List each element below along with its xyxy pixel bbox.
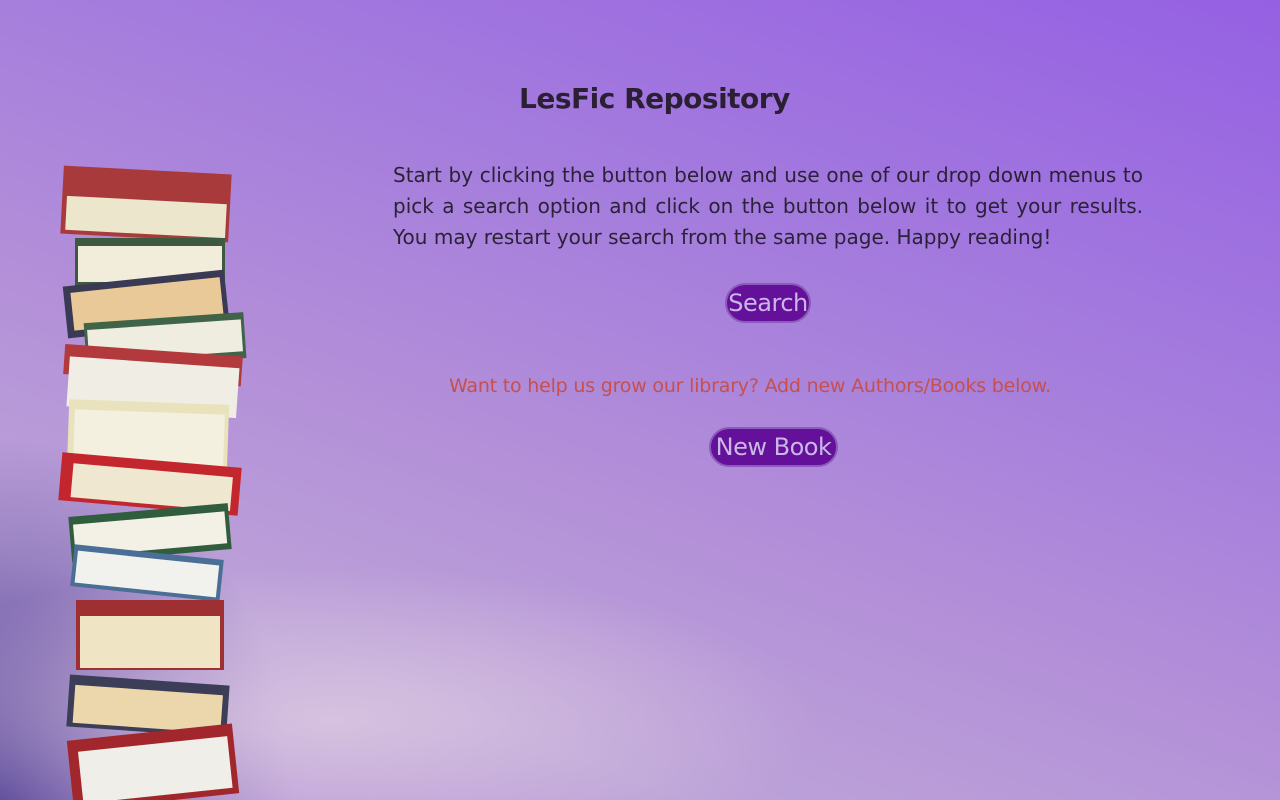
book-10	[76, 600, 224, 670]
search-button[interactable]: Search	[725, 283, 811, 323]
book-stack-image	[58, 165, 247, 800]
book-12	[66, 723, 240, 800]
book-1	[60, 165, 232, 243]
book-9	[70, 544, 224, 602]
intro-text: Start by clicking the button below and u…	[393, 163, 1143, 249]
page-title: LesFic Repository	[519, 82, 790, 115]
new-book-button[interactable]: New Book	[709, 427, 838, 467]
promo-text: Want to help us grow our library? Add ne…	[449, 375, 1052, 397]
